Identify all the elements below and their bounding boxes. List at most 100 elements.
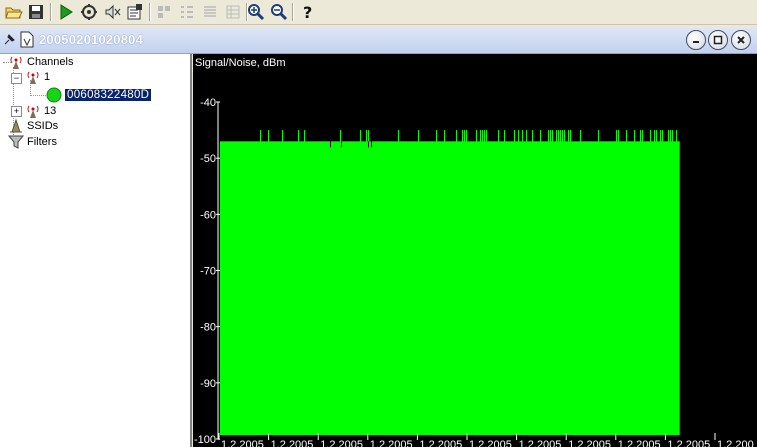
y-tick-label: -90 (200, 378, 216, 390)
signal-spike (662, 130, 663, 143)
tree-item-channels[interactable]: Channels (8, 54, 73, 70)
y-axis-label: Signal/Noise, dBm (195, 57, 286, 69)
signal-spike (616, 130, 617, 143)
document-icon (20, 31, 34, 51)
document-window: 20050201020804 Channels − 1 00608322480D (0, 27, 757, 447)
signal-spike (340, 130, 341, 143)
signal-spike (486, 130, 487, 143)
signal-spike (660, 130, 661, 143)
x-tick-date: 1.2.2005 (419, 439, 462, 447)
signal-spike (456, 130, 457, 143)
signal-spike (654, 130, 655, 143)
signal-spike (570, 130, 571, 143)
signal-spike (484, 130, 485, 143)
tree-label-ssids: SSIDs (27, 120, 59, 132)
collapse-toggle[interactable]: − (11, 73, 22, 84)
signal-spike (580, 130, 581, 143)
y-tick-label: -40 (200, 97, 216, 109)
maximize-button[interactable] (708, 30, 728, 50)
y-tick-label: -50 (200, 153, 216, 165)
signal-spike (540, 130, 541, 143)
signal-spike (522, 130, 523, 143)
signal-spike (676, 130, 677, 143)
y-tick-label: -100 (194, 434, 216, 446)
small-icons-icon[interactable] (177, 2, 197, 22)
signal-spike (650, 130, 651, 143)
signal-spike (368, 130, 369, 143)
signal-spike (656, 130, 657, 143)
tree-item-channel-1[interactable]: 1 (25, 69, 50, 85)
tree-view[interactable]: Channels − 1 00608322480D + 13 SSIDs Fil… (0, 54, 192, 447)
list-icon[interactable] (200, 2, 220, 22)
help-icon[interactable]: ? (298, 2, 318, 22)
tree-item-device[interactable]: 00608322480D (46, 87, 152, 103)
x-tick-date: 1.2.2005 (667, 439, 710, 447)
tree-item-filters[interactable]: Filters (8, 134, 57, 150)
zoom-in-icon[interactable] (246, 2, 266, 22)
play-icon[interactable] (56, 2, 76, 22)
filter-funnel-icon (8, 135, 24, 149)
signal-spike (482, 130, 483, 143)
signal-spike (550, 130, 551, 143)
x-tick-date: 1.2.2005 (320, 439, 363, 447)
tree-label-channels: Channels (27, 56, 74, 68)
y-tick-label: -80 (200, 322, 216, 334)
details-icon[interactable] (223, 2, 243, 22)
toolbar: ? (0, 0, 757, 25)
x-tick-date: 1.2.2005 (519, 439, 562, 447)
signal-spike (560, 130, 561, 143)
signal-spike (556, 130, 557, 143)
signal-spike (504, 130, 505, 143)
antenna-icon (27, 71, 39, 84)
signal-spike (514, 130, 515, 143)
signal-spike (552, 130, 553, 143)
signal-area (220, 141, 680, 436)
speaker-mute-icon[interactable] (103, 2, 123, 22)
minimize-button[interactable] (686, 30, 706, 50)
tree-label-channel-13: 13 (44, 105, 57, 117)
antenna-icon (10, 56, 22, 69)
large-icons-icon[interactable] (154, 2, 174, 22)
signal-spike (626, 130, 627, 143)
signal-spike (532, 130, 533, 143)
x-tick-date: 1.2.2005 (469, 439, 512, 447)
signal-spike (360, 130, 361, 143)
signal-spike (268, 130, 269, 143)
signal-noise-chart[interactable]: Signal/Noise, dBm -40 -50 -60 -70 -80 -90 -100… (193, 54, 757, 447)
signal-spike (668, 130, 669, 143)
signal-spike (670, 130, 671, 143)
x-tick-date: 1.2.2005 (221, 439, 264, 447)
signal-spike (564, 130, 565, 143)
signal-spike (260, 130, 261, 143)
x-tick-date: 1.2.200 (717, 439, 754, 447)
y-tick-label: -70 (200, 266, 216, 278)
signal-spike (498, 130, 499, 143)
signal-spike (526, 130, 527, 143)
tree-item-ssids[interactable]: SSIDs (8, 118, 58, 134)
signal-spike (462, 130, 463, 143)
tree-item-channel-13[interactable]: 13 (25, 103, 56, 119)
window-titlebar[interactable]: 20050201020804 (0, 27, 757, 54)
signal-spike (558, 130, 559, 143)
expand-toggle[interactable]: + (11, 106, 22, 117)
signal-spike (282, 130, 283, 143)
signal-spike (398, 130, 399, 143)
pin-icon[interactable] (2, 33, 16, 50)
open-folder-icon[interactable] (4, 2, 24, 22)
close-button[interactable] (731, 30, 751, 50)
signal-spike (562, 130, 563, 143)
x-tick-date: 1.2.2005 (271, 439, 314, 447)
signal-spike (418, 130, 419, 143)
signal-spike (466, 130, 467, 143)
signal-dip (330, 141, 331, 148)
signal-spike (304, 130, 305, 143)
save-icon[interactable] (26, 2, 46, 22)
scan-settings-icon[interactable] (79, 2, 99, 22)
tree-label-device: 00608322480D (65, 89, 152, 101)
signal-spike (548, 130, 549, 143)
zoom-out-icon[interactable] (269, 2, 289, 22)
signal-spike (618, 130, 619, 143)
properties-icon[interactable] (125, 2, 145, 22)
signal-spike (444, 130, 445, 143)
x-tick-date: 1.2.2005 (370, 439, 413, 447)
